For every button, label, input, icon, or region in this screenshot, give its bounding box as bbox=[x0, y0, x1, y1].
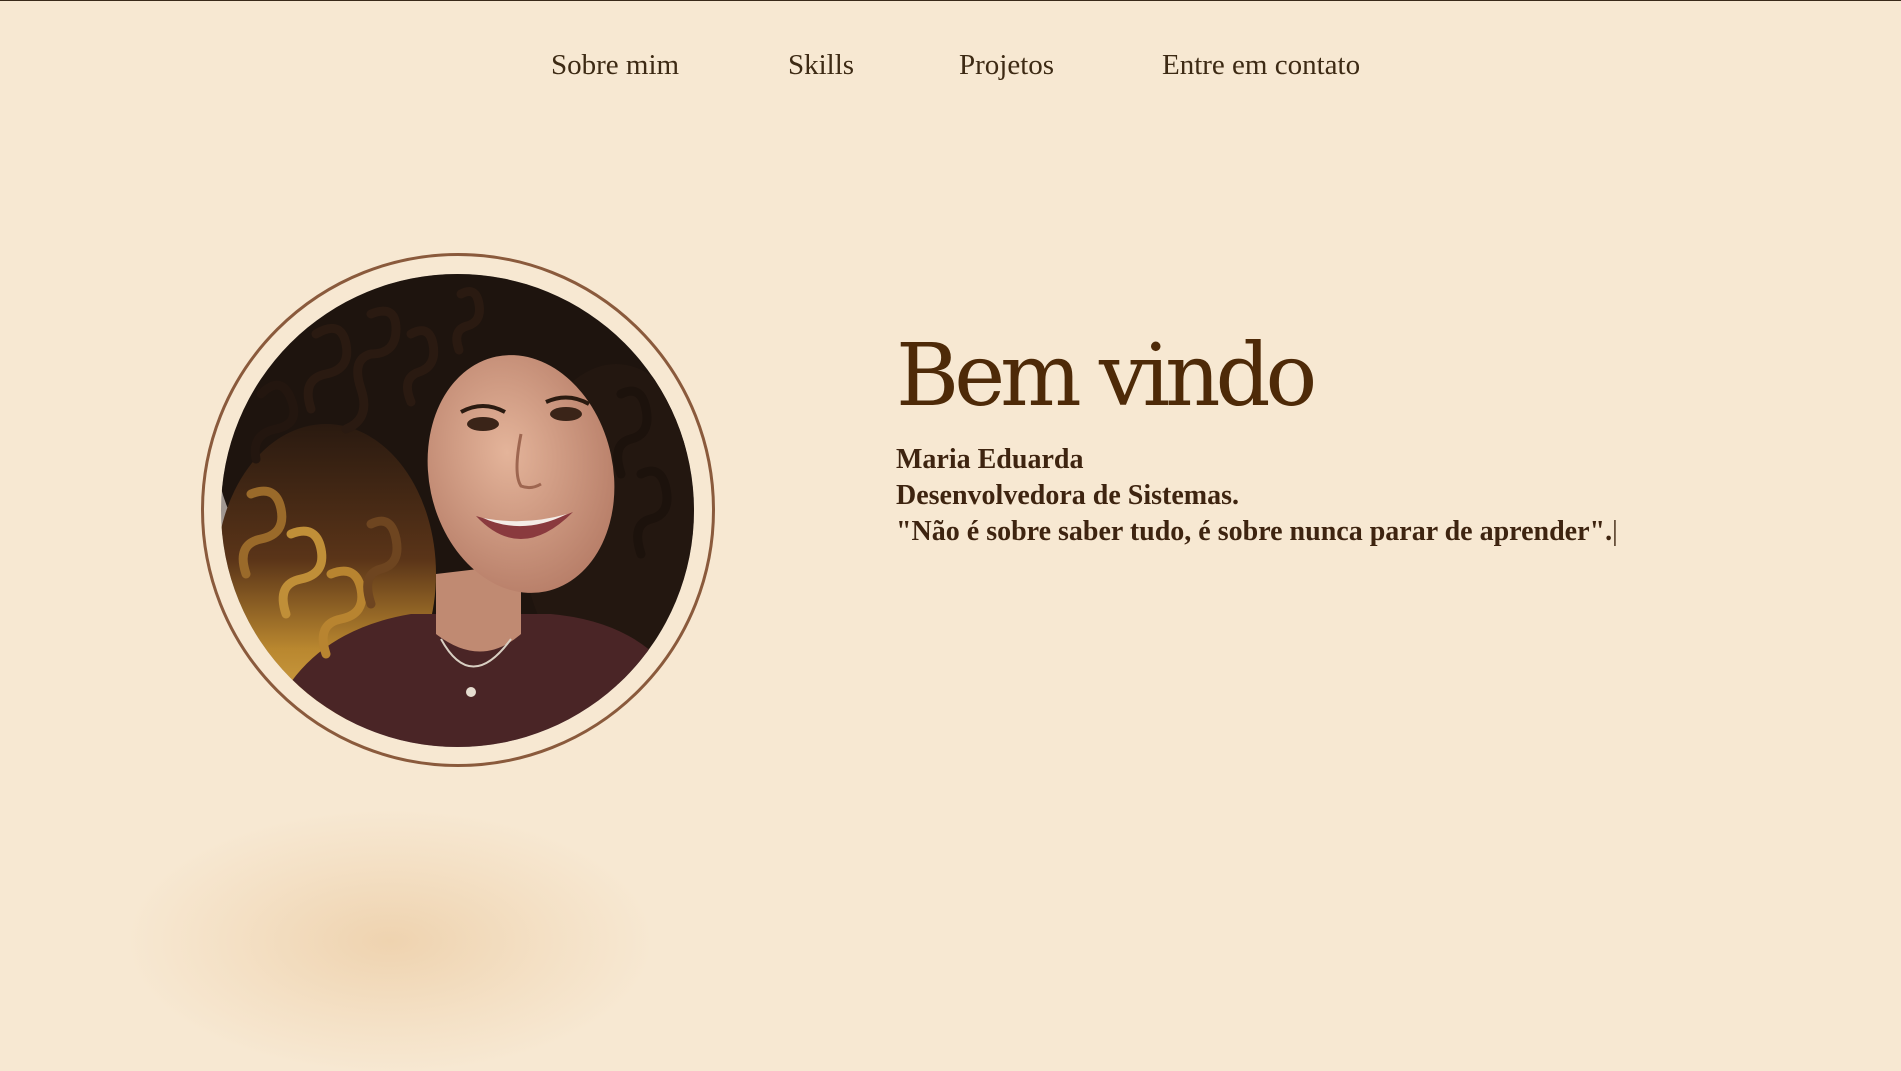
hero-section: Bem vindo Maria Eduarda Desenvolvedora d… bbox=[896, 326, 1618, 550]
hero-role: Desenvolvedora de Sistemas. bbox=[896, 480, 1239, 511]
nav-link-skills[interactable]: Skills bbox=[788, 49, 854, 82]
typing-cursor: | bbox=[1612, 516, 1618, 547]
hero-quote: "Não é sobre saber tudo, é sobre nunca p… bbox=[896, 514, 1618, 550]
nav-link-entre-em-contato[interactable]: Entre em contato bbox=[1162, 49, 1360, 82]
main-nav: Sobre mim Skills Projetos Entre em conta… bbox=[0, 49, 1901, 89]
hero-name: Maria Eduarda bbox=[896, 444, 1084, 475]
background-glow bbox=[130, 811, 650, 1071]
nav-link-sobre-mim[interactable]: Sobre mim bbox=[551, 49, 679, 82]
nav-link-projetos[interactable]: Projetos bbox=[959, 49, 1054, 82]
profile-photo bbox=[221, 274, 694, 747]
hero-quote-text: "Não é sobre saber tudo, é sobre nunca p… bbox=[896, 516, 1613, 547]
welcome-title: Bem vindo bbox=[896, 326, 1317, 426]
